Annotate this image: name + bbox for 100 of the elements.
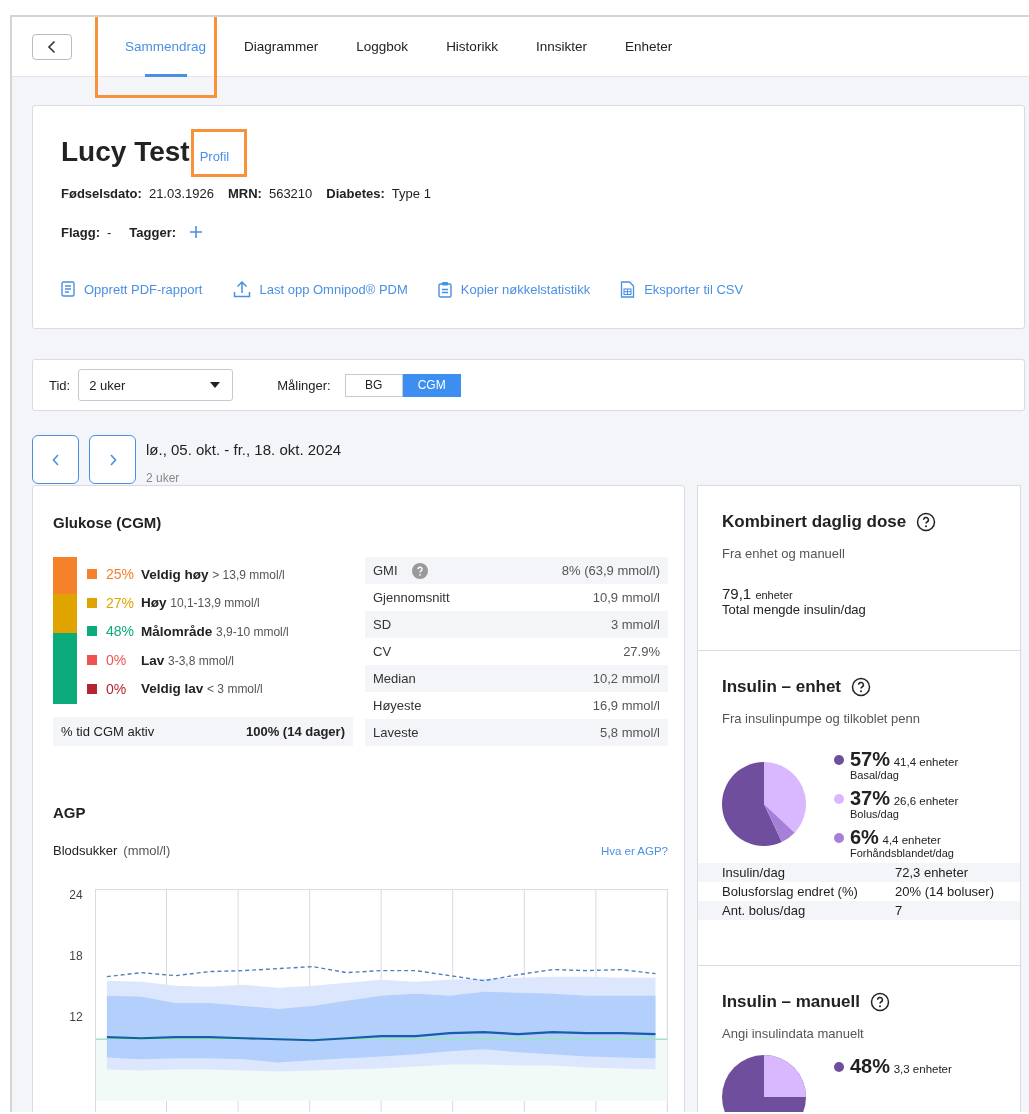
measurement-toggle[interactable]: CGM — [402, 373, 461, 397]
stat-value: 16,9 mmol/l — [592, 698, 660, 713]
nav-tab[interactable]: Enheter — [605, 17, 692, 76]
range-percent: 0% — [106, 652, 128, 669]
axis-tick-label: 18 — [69, 949, 83, 963]
action-link[interactable]: Opprett PDF-rapport — [61, 280, 203, 298]
filter-label: Tid: — [49, 377, 71, 393]
legend-label: Forhåndsblandet/dag — [850, 847, 954, 859]
chevron-left-icon — [51, 453, 60, 466]
section-title: Glukose (CGM) — [53, 514, 163, 531]
dose-total: 79,1 — [722, 585, 752, 602]
range-percent: 25% — [106, 566, 136, 583]
profile-link[interactable]: Profil — [199, 149, 230, 164]
legend-percent: 57% — [850, 748, 891, 770]
stat-value: 100% (14 dager) — [246, 724, 345, 739]
back-button[interactable] — [32, 33, 72, 60]
range-label: Veldig lav < 3 mmol/l — [141, 681, 263, 697]
stat-value: 10,9 mmol/l — [592, 590, 660, 605]
card-subtitle: Fra insulinpumpe og tilkoblet penn — [722, 711, 921, 726]
field-value: 563210 — [268, 186, 313, 201]
range-label: Høy 10,1-13,9 mmol/l — [141, 595, 260, 611]
card-title: Insulin – manuell — [722, 992, 860, 1012]
stat-value: 7 — [895, 903, 903, 918]
stat-label: GMI — [373, 563, 398, 578]
action-link[interactable]: Last opp Omnipod® PDM — [232, 280, 408, 298]
field-label: Fødselsdato: — [61, 186, 142, 201]
spreadsheet-icon — [620, 280, 636, 298]
help-link[interactable]: Hva er AGP? — [600, 844, 668, 857]
axis-tick-label: 12 — [69, 1010, 83, 1024]
field-label: Diabetes: — [326, 186, 385, 201]
help-icon[interactable] — [916, 512, 937, 532]
stat-label: Laveste — [373, 725, 419, 740]
measurement-toggle[interactable]: BG — [344, 373, 403, 397]
stat-label: Gjennomsnitt — [373, 590, 450, 605]
stat-label: Høyeste — [373, 698, 422, 713]
card-title: Insulin – enhet — [722, 677, 842, 697]
stat-label: Ant. bolus/dag — [722, 903, 807, 918]
previous-button[interactable] — [32, 435, 79, 484]
nav-tab[interactable]: Innsikter — [516, 17, 606, 76]
stat-label: Median — [373, 671, 416, 686]
clipboard-icon — [437, 280, 452, 298]
field-label: Flagg: — [61, 225, 100, 240]
legend-percent: 37% — [850, 787, 891, 809]
stat-value: 10,2 mmol/l — [592, 671, 660, 686]
card-title: Kombinert daglig dose — [722, 512, 907, 532]
legend-percent: 48% — [850, 1055, 891, 1077]
field-value: 21.03.1926 — [148, 186, 214, 201]
chevron-right-icon — [108, 453, 117, 466]
range-percent: 0% — [106, 680, 128, 697]
patient-name: Lucy Test — [61, 136, 190, 168]
legend-amount: 26,6 enheter — [893, 795, 959, 807]
next-button[interactable] — [89, 435, 136, 484]
legend-label: Basal/dag — [850, 769, 900, 781]
stat-value: 27.9% — [623, 644, 660, 659]
stat-label: CV — [373, 644, 392, 659]
field-label: MRN: — [228, 186, 262, 201]
time-dropdown[interactable]: 2 uker — [78, 369, 234, 401]
dose-unit: enheter — [755, 589, 793, 601]
axis-tick-label: 24 — [69, 888, 83, 902]
filter-label: Målinger: — [277, 377, 331, 393]
field-value: - — [107, 225, 112, 240]
nav-tab[interactable]: Loggbok — [337, 17, 428, 76]
legend-percent: 6% — [850, 826, 879, 848]
stat-value: 5,8 mmol/l — [600, 725, 660, 740]
action-link[interactable]: Kopier nøkkelstatistikk — [437, 280, 591, 298]
date-range-title: lø., 05. okt. - fr., 18. okt. 2024 — [146, 441, 342, 458]
range-percent: 27% — [106, 594, 136, 611]
nav-tab[interactable]: Historikk — [427, 17, 517, 76]
help-icon[interactable] — [851, 677, 872, 697]
legend-amount: 41,4 enheter — [893, 756, 959, 768]
field-label: Tagger: — [129, 225, 177, 240]
chevron-left-icon — [47, 39, 57, 54]
caret-down-icon — [210, 382, 221, 388]
action-link[interactable]: Eksporter til CSV — [620, 280, 744, 298]
legend-amount: 3,3 enheter — [893, 1063, 952, 1075]
stat-label: Bolusforslag endret (%) — [722, 884, 859, 899]
plus-icon — [189, 225, 204, 239]
card-subtitle: Fra enhet og manuell — [722, 546, 846, 561]
range-label: Veldig høy > 13,9 mmol/l — [141, 566, 285, 582]
nav-tab[interactable]: Sammendrag — [106, 17, 226, 76]
stat-value: 8% (63,9 mmol/l) — [561, 563, 660, 578]
range-percent: 48% — [106, 623, 136, 640]
range-label: Lav 3-3,8 mmol/l — [141, 652, 235, 668]
range-label: Målområde 3,9-10 mmol/l — [141, 624, 289, 639]
dose-caption: Total mengde insulin/dag — [722, 602, 867, 617]
help-icon[interactable] — [869, 992, 890, 1012]
section-title: AGP — [53, 804, 87, 821]
legend-label: Bolus/dag — [850, 808, 900, 820]
nav-tab[interactable]: Diagrammer — [225, 17, 338, 76]
upload-icon — [232, 280, 251, 298]
date-range-subtitle: 2 uker — [146, 471, 181, 485]
stat-value: 20% (14 boluser) — [895, 884, 994, 899]
card-subtitle: Angi insulindata manuelt — [722, 1026, 865, 1041]
legend-amount: 4,4 enheter — [882, 834, 941, 846]
stat-value: 72,3 enheter — [895, 865, 968, 880]
unit-label: (mmol/l) — [123, 843, 171, 858]
stat-value: 3 mmol/l — [610, 617, 660, 632]
axis-label: Blodsukker — [53, 843, 118, 858]
stat-label: SD — [373, 617, 392, 632]
stat-label: % tid CGM aktiv — [61, 724, 155, 739]
